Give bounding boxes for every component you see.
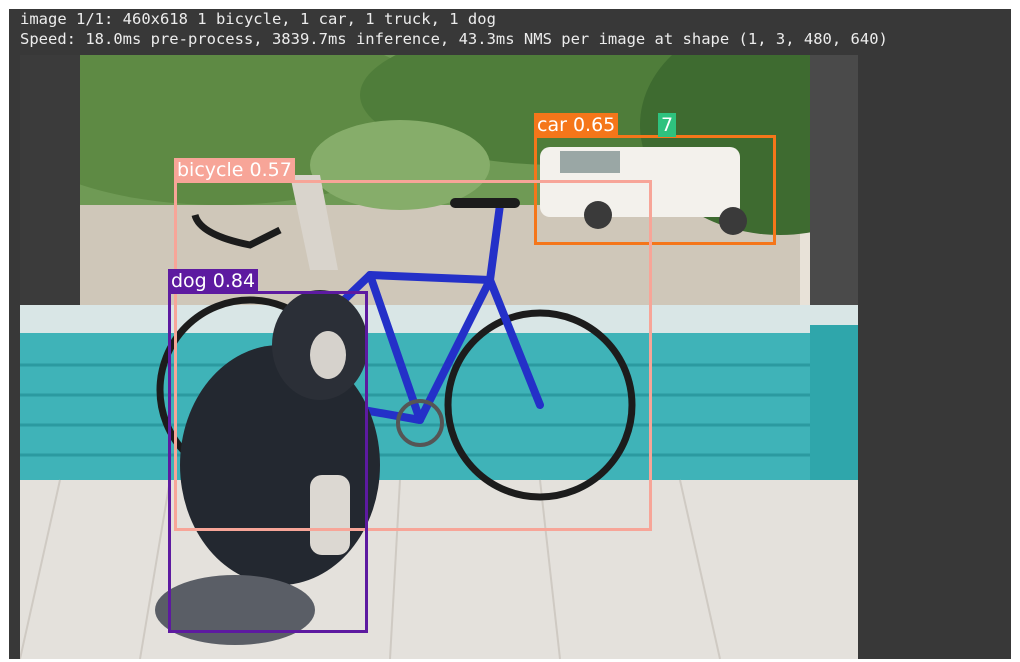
occluded-detection-label: 7	[658, 113, 677, 137]
console-line-summary: image 1/1: 460x618 1 bicycle, 1 car, 1 t…	[20, 10, 496, 28]
notebook-output-cell: image 1/1: 460x618 1 bicycle, 1 car, 1 t…	[9, 9, 1011, 659]
detection-label-car: car 0.65	[534, 113, 619, 137]
detection-label-bicycle: bicycle 0.57	[174, 158, 295, 182]
console-line-speed: Speed: 18.0ms pre-process, 3839.7ms infe…	[20, 30, 888, 48]
detection-box-dog	[168, 291, 368, 633]
detection-result-image: car 0.65 7 bicycle 0.57 dog 0.84	[20, 55, 858, 659]
detection-label-dog: dog 0.84	[168, 269, 259, 293]
